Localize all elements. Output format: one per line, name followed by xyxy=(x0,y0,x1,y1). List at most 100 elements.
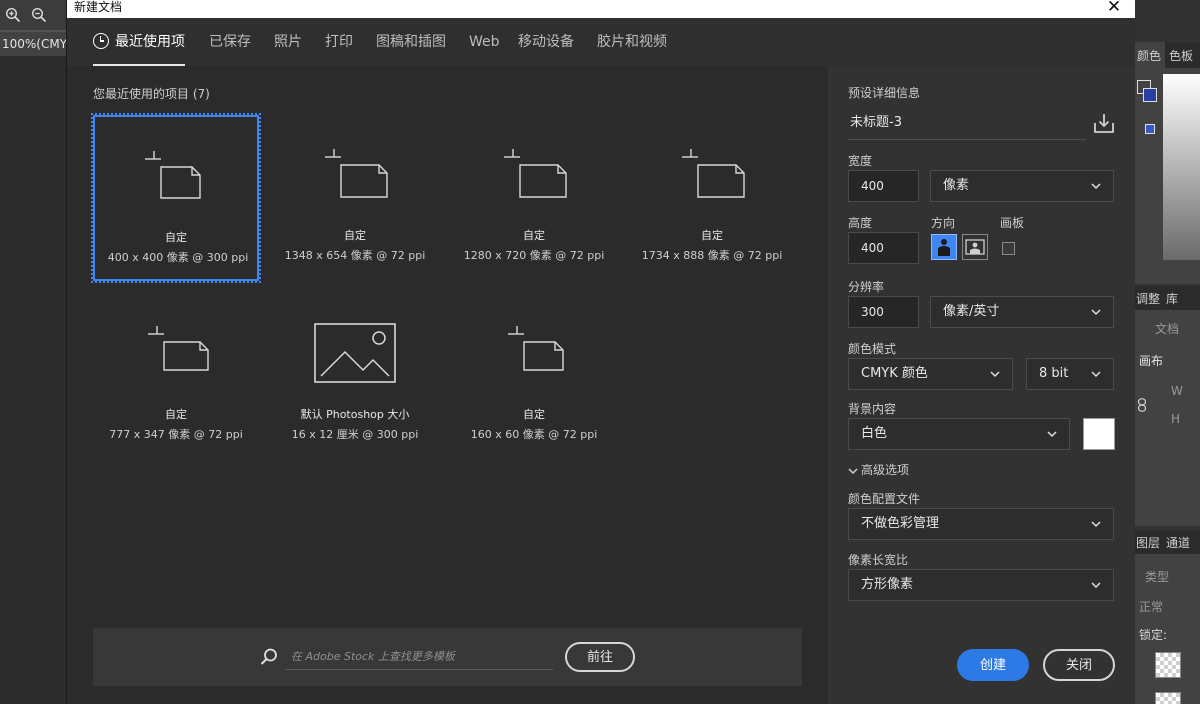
chevron-down-icon xyxy=(1091,309,1101,316)
preset-dimensions: 400 x 400 像素 @ 300 ppi xyxy=(107,251,249,264)
properties-panel: 文档 画布 W H xyxy=(1133,310,1200,526)
close-button[interactable]: 关闭 xyxy=(1043,649,1115,681)
tab-saved[interactable]: 已保存 xyxy=(209,18,251,66)
foreground-color-swatch[interactable] xyxy=(1143,88,1157,102)
landscape-button[interactable] xyxy=(962,234,988,260)
create-button[interactable]: 创建 xyxy=(957,649,1029,681)
preset-dimensions: 1280 x 720 像素 @ 72 ppi xyxy=(463,249,605,262)
properties-doc-label: 文档 xyxy=(1155,322,1180,336)
search-icon xyxy=(260,648,277,665)
preset-card[interactable]: 自定 1348 x 654 像素 @ 72 ppi xyxy=(272,115,438,281)
tab-libraries[interactable]: 库 xyxy=(1163,286,1181,310)
width-unit-select[interactable]: 像素 xyxy=(930,170,1114,202)
tab-print[interactable]: 打印 xyxy=(325,18,353,66)
background-contents-value: 白色 xyxy=(861,426,888,441)
resolution-input[interactable]: 300 xyxy=(848,296,919,328)
tab-photo[interactable]: 照片 xyxy=(274,18,302,66)
color-mode-label: 颜色模式 xyxy=(848,342,897,356)
tab-recent[interactable]: 最近使用项 xyxy=(93,18,185,66)
dialog-title-bar: 新建文档 ✕ xyxy=(67,0,1135,18)
color-panel-tabs: 颜色 色板 xyxy=(1133,42,1200,68)
tab-channels[interactable]: 通道 xyxy=(1163,530,1193,554)
bit-depth-select[interactable]: 8 bit xyxy=(1026,358,1114,390)
preset-name: 自定 xyxy=(523,229,545,242)
tab-web[interactable]: Web xyxy=(469,18,500,66)
tab-mobile[interactable]: 移动设备 xyxy=(518,18,574,66)
background-contents-select[interactable]: 白色 xyxy=(848,418,1070,450)
custom-document-icon xyxy=(325,149,388,198)
chevron-down-icon xyxy=(1091,183,1101,190)
color-profile-value: 不做色彩管理 xyxy=(861,516,940,531)
preset-dimensions: 16 x 12 厘米 @ 300 ppi xyxy=(291,428,419,441)
tab-color[interactable]: 颜色 xyxy=(1133,42,1166,68)
go-button[interactable]: 前往 xyxy=(565,642,635,672)
preset-name: 自定 xyxy=(523,408,545,421)
color-mode-select[interactable]: CMYK 颜色 xyxy=(848,358,1013,390)
color-profile-select[interactable]: 不做色彩管理 xyxy=(848,508,1114,540)
color-profile-label: 颜色配置文件 xyxy=(848,492,921,506)
tab-art-illustration[interactable]: 图稿和插图 xyxy=(376,18,446,66)
chevron-down-icon xyxy=(1091,371,1101,378)
layer-thumbnail[interactable] xyxy=(1155,652,1181,678)
blend-mode-select[interactable]: 正常 xyxy=(1139,598,1163,615)
save-preset-icon[interactable] xyxy=(1092,111,1116,135)
custom-document-icon xyxy=(145,151,201,199)
web-safe-swatch[interactable] xyxy=(1145,124,1155,134)
workspace-canvas xyxy=(0,56,66,704)
preset-name: 自定 xyxy=(344,229,366,242)
presets-area: 您最近使用的项目 (7) 自定 400 x 400 像素 @ 300 ppi 自… xyxy=(67,66,827,704)
tab-adjustments[interactable]: 调整 xyxy=(1133,286,1163,310)
chevron-down-icon xyxy=(1047,431,1057,438)
layer-filter-kind[interactable]: 类型 xyxy=(1145,568,1169,585)
chevron-down-icon xyxy=(1091,582,1101,589)
pixel-aspect-select[interactable]: 方形像素 xyxy=(848,569,1114,601)
preset-card[interactable]: 自定 1280 x 720 像素 @ 72 ppi xyxy=(451,115,617,281)
canvas-w-label: W xyxy=(1171,384,1183,398)
layer-thumbnail[interactable] xyxy=(1155,692,1181,704)
artboard-checkbox[interactable] xyxy=(1002,242,1015,255)
preset-name: 自定 xyxy=(165,231,187,244)
width-input[interactable]: 400 xyxy=(848,170,919,202)
category-tabs: 最近使用项 已保存 照片 打印 图稿和插图 Web 移动设备 胶片和视频 xyxy=(67,18,1135,66)
tab-layers[interactable]: 图层 xyxy=(1133,530,1163,554)
stock-search-bar: 前往 xyxy=(93,628,802,686)
zoom-out-icon[interactable] xyxy=(28,4,50,26)
portrait-button[interactable] xyxy=(931,234,957,260)
preset-card[interactable]: 自定 777 x 347 像素 @ 72 ppi xyxy=(93,294,259,460)
preset-dimensions: 1348 x 654 像素 @ 72 ppi xyxy=(284,249,426,262)
preset-name: 自定 xyxy=(165,408,187,421)
preset-name: 默认 Photoshop 大小 xyxy=(300,408,410,421)
layers-panel: 类型 正常 锁定: xyxy=(1133,554,1200,704)
chevron-down-icon xyxy=(990,371,1000,378)
tab-swatches[interactable]: 色板 xyxy=(1165,42,1197,68)
lock-label: 锁定: xyxy=(1139,628,1168,642)
resolution-unit-select[interactable]: 像素/英寸 xyxy=(930,296,1114,328)
stock-search-input[interactable] xyxy=(285,644,553,670)
tab-film-video[interactable]: 胶片和视频 xyxy=(597,18,667,66)
custom-document-icon xyxy=(682,149,745,198)
zoom-in-icon[interactable] xyxy=(2,4,24,26)
advanced-options-toggle[interactable]: 高级选项 xyxy=(848,461,909,478)
preset-dimensions: 777 x 347 像素 @ 72 ppi xyxy=(109,428,243,441)
preset-card[interactable]: 自定 160 x 60 像素 @ 72 ppi xyxy=(451,294,617,460)
preset-card[interactable]: 自定 1734 x 888 像素 @ 72 ppi xyxy=(629,115,795,281)
app-right-panels: 颜色 色板 调整 库 文档 画布 W H 图层 通道 类型 正常 锁定: xyxy=(1133,0,1200,704)
height-label: 高度 xyxy=(848,216,873,230)
preset-card[interactable]: 默认 Photoshop 大小 16 x 12 厘米 @ 300 ppi xyxy=(272,294,438,460)
preset-card[interactable]: 自定 400 x 400 像素 @ 300 ppi xyxy=(91,113,261,283)
preset-details-header: 预设详细信息 xyxy=(848,86,921,100)
advanced-options-label: 高级选项 xyxy=(861,463,910,477)
height-input[interactable]: 400 xyxy=(848,232,919,264)
resolution-label: 分辨率 xyxy=(848,280,885,294)
color-picker-field[interactable] xyxy=(1163,74,1200,260)
close-icon[interactable]: ✕ xyxy=(1103,0,1125,17)
preset-name: 自定 xyxy=(701,229,723,242)
document-name-field[interactable]: 未标题-3 xyxy=(848,112,1086,140)
clock-icon xyxy=(93,33,109,49)
background-color-swatch[interactable] xyxy=(1083,418,1115,450)
layers-tabs: 图层 通道 xyxy=(1133,530,1200,554)
bit-depth-value: 8 bit xyxy=(1039,366,1069,381)
custom-document-icon xyxy=(508,326,564,371)
document-tab[interactable]: 100%(CMYK xyxy=(0,32,66,56)
link-icon[interactable] xyxy=(1137,398,1147,415)
